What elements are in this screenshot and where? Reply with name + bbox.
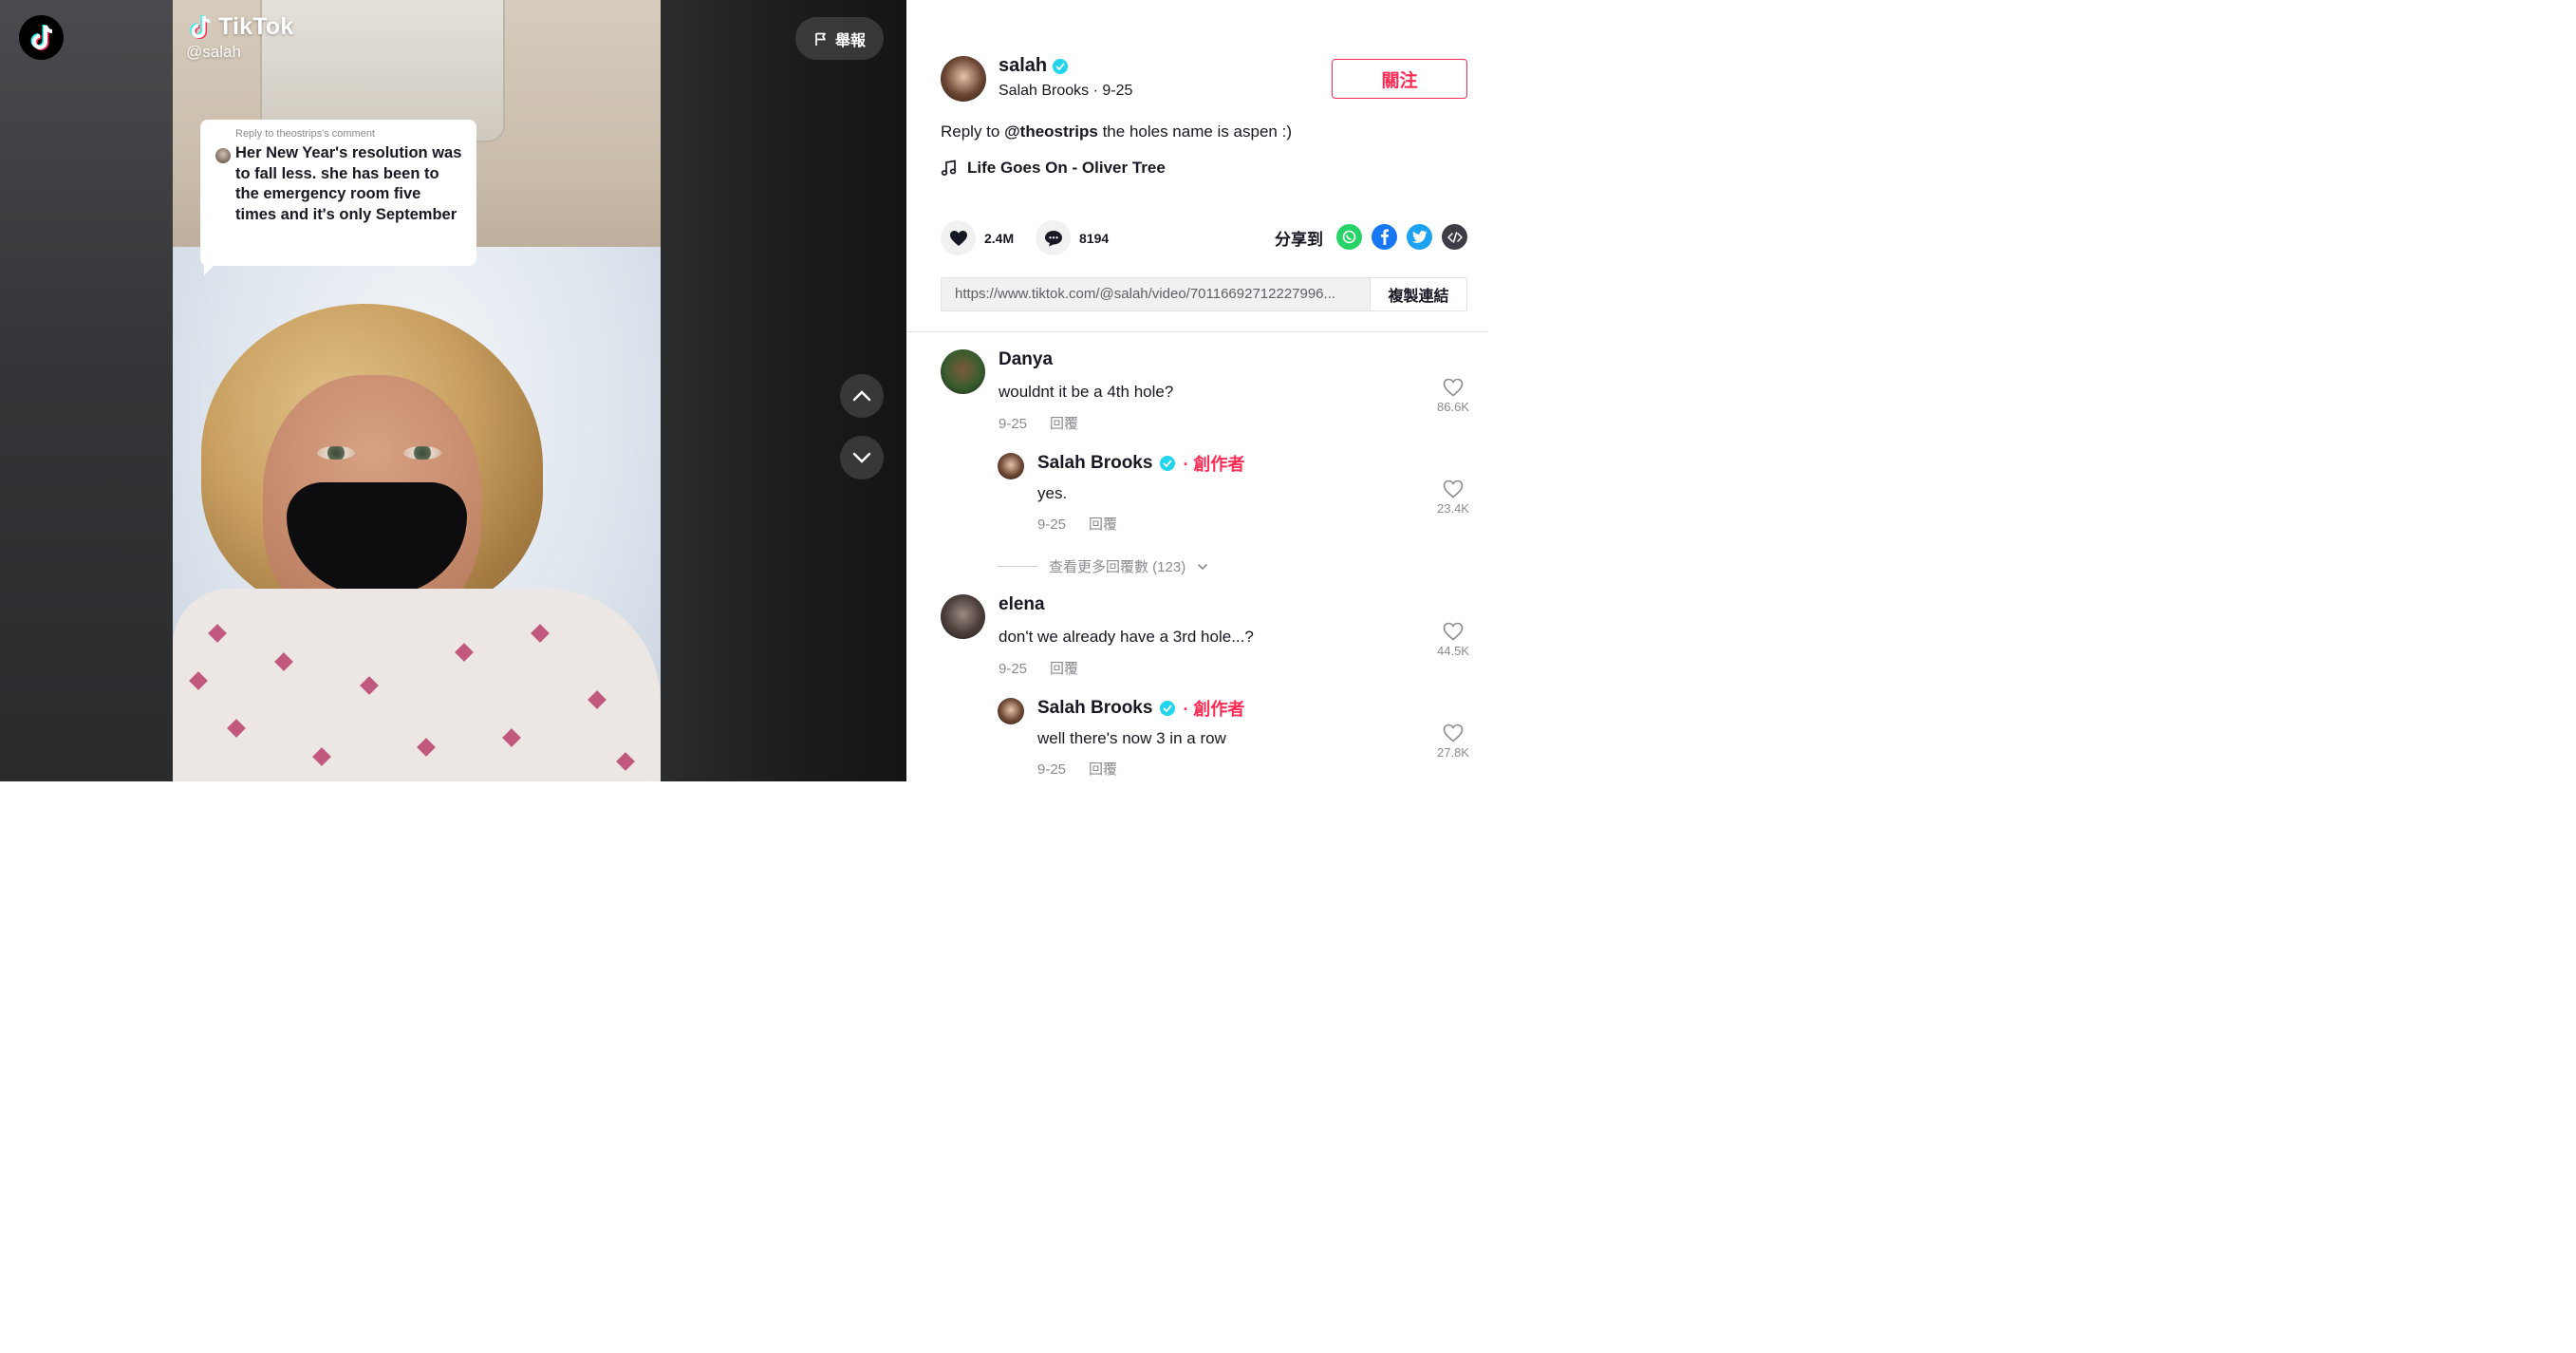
watermark-handle: @salah bbox=[186, 43, 241, 61]
reply-date: 9-25 bbox=[1037, 761, 1067, 778]
whatsapp-icon[interactable] bbox=[1336, 224, 1362, 250]
reply-sticker-avatar bbox=[215, 148, 231, 163]
tiktok-watermark: TikTok @salah bbox=[186, 13, 294, 62]
comment-avatar[interactable] bbox=[941, 594, 985, 639]
video-link-url[interactable]: https://www.tiktok.com/@salah/video/7011… bbox=[942, 278, 1370, 310]
caption-suffix: the holes name is aspen :) bbox=[1097, 122, 1292, 141]
comment-list: Danya wouldnt it be a 4th hole? 9-25 回覆 8… bbox=[906, 332, 1488, 781]
report-button[interactable]: 舉報 bbox=[795, 17, 884, 60]
share-label: 分享到 bbox=[1275, 231, 1323, 249]
next-video-button[interactable] bbox=[840, 436, 884, 479]
watermark-title: TikTok bbox=[218, 13, 294, 40]
reply-reply-link[interactable]: 回覆 bbox=[1089, 517, 1117, 533]
comment-stat[interactable]: 8194 bbox=[1036, 220, 1109, 255]
copy-link-button[interactable]: 複製連結 bbox=[1370, 278, 1466, 310]
chevron-down-icon bbox=[1198, 563, 1208, 570]
creator-tag: · 創作者 bbox=[1183, 700, 1245, 719]
video-detail-panel: salah Salah Brooks · 9-25 關注 Reply to @t… bbox=[906, 0, 1488, 781]
view-more-replies[interactable]: 查看更多回覆數 (123) bbox=[998, 556, 1208, 576]
caption-mention-link[interactable]: @theostrips bbox=[1004, 122, 1098, 141]
author-subtitle: Salah Brooks · 9-25 bbox=[999, 83, 1133, 99]
music-link[interactable]: Life Goes On - Oliver Tree bbox=[941, 159, 1166, 178]
tiktok-logo-icon[interactable] bbox=[19, 15, 64, 60]
comment-like-count: 44.5K bbox=[1437, 644, 1469, 658]
reply-like-button[interactable]: 23.4K bbox=[1433, 479, 1473, 516]
reply-author-text: Salah Brooks bbox=[1037, 698, 1153, 718]
heart-outline-icon bbox=[1443, 378, 1464, 397]
like-stat[interactable]: 2.4M bbox=[941, 220, 1014, 255]
comment-like-button[interactable]: 86.6K bbox=[1433, 378, 1473, 414]
previous-video-button[interactable] bbox=[840, 374, 884, 418]
comment-text: wouldnt it be a 4th hole? bbox=[999, 383, 1174, 401]
author-username[interactable]: salah bbox=[999, 55, 1069, 77]
view-more-divider bbox=[998, 566, 1037, 567]
reply-sticker-header: Reply to theostrips's comment bbox=[235, 128, 375, 140]
reply-sticker-text: Her New Year's resolution was to fall le… bbox=[235, 144, 462, 223]
reply-author-text: Salah Brooks bbox=[1037, 453, 1153, 473]
reply-author[interactable]: Salah Brooks · 創作者 bbox=[1037, 451, 1244, 476]
chevron-up-icon bbox=[852, 390, 871, 402]
comment-avatar[interactable] bbox=[941, 349, 985, 394]
video-link-box: https://www.tiktok.com/@salah/video/7011… bbox=[941, 277, 1467, 311]
reply-like-count: 27.8K bbox=[1437, 745, 1469, 760]
verified-badge-icon bbox=[1053, 58, 1069, 74]
reply-avatar[interactable] bbox=[998, 698, 1024, 724]
comment-meta: 9-25 回覆 bbox=[999, 658, 1078, 678]
comment-like-button[interactable]: 44.5K bbox=[1433, 622, 1473, 658]
view-more-label: 查看更多回覆數 (123) bbox=[1049, 559, 1186, 575]
comment-like-count: 86.6K bbox=[1437, 400, 1469, 414]
author-avatar[interactable] bbox=[941, 56, 986, 102]
embed-icon[interactable] bbox=[1442, 224, 1467, 250]
author-username-text: salah bbox=[999, 55, 1048, 76]
facebook-icon[interactable] bbox=[1372, 224, 1397, 250]
video-player[interactable] bbox=[173, 0, 661, 781]
video-stage: TikTok @salah Reply to theostrips's comm… bbox=[0, 0, 906, 781]
reply-text: well there's now 3 in a row bbox=[1037, 729, 1226, 747]
follow-button[interactable]: 關注 bbox=[1332, 59, 1467, 99]
heart-outline-icon bbox=[1443, 723, 1464, 742]
comment-author-text: Danya bbox=[999, 349, 1054, 369]
comment-bubble-icon bbox=[1044, 230, 1062, 246]
reply-like-button[interactable]: 27.8K bbox=[1433, 723, 1473, 760]
caption-prefix: Reply to bbox=[941, 122, 1005, 141]
like-button[interactable] bbox=[941, 220, 976, 255]
tiktok-note-icon bbox=[190, 14, 211, 39]
comment-text: don't we already have a 3rd hole...? bbox=[999, 628, 1254, 646]
creator-tag: · 創作者 bbox=[1183, 455, 1245, 474]
heart-outline-icon bbox=[1443, 622, 1464, 641]
comment-author[interactable]: Danya bbox=[999, 349, 1053, 370]
comment-author[interactable]: elena bbox=[999, 594, 1045, 615]
heart-icon bbox=[949, 230, 967, 246]
chevron-down-icon bbox=[852, 452, 871, 463]
report-label: 舉報 bbox=[834, 32, 866, 49]
verified-badge-icon bbox=[1160, 701, 1176, 716]
comment-meta: 9-25 回覆 bbox=[999, 413, 1078, 433]
comment-author-text: elena bbox=[999, 594, 1045, 614]
comment-reply-link[interactable]: 回覆 bbox=[1050, 416, 1078, 432]
comment-date: 9-25 bbox=[999, 661, 1028, 677]
heart-outline-icon bbox=[1443, 479, 1464, 498]
reply-meta: 9-25 回覆 bbox=[1037, 514, 1117, 534]
reply-meta: 9-25 回覆 bbox=[1037, 759, 1117, 779]
verified-badge-icon bbox=[1160, 456, 1176, 471]
flag-icon bbox=[815, 32, 826, 46]
music-title: Life Goes On - Oliver Tree bbox=[967, 159, 1166, 177]
reply-date: 9-25 bbox=[1037, 517, 1067, 533]
reply-avatar[interactable] bbox=[998, 453, 1024, 479]
reply-author[interactable]: Salah Brooks · 創作者 bbox=[1037, 696, 1244, 721]
twitter-icon[interactable] bbox=[1407, 224, 1432, 250]
reply-reply-link[interactable]: 回覆 bbox=[1089, 761, 1117, 778]
like-count: 2.4M bbox=[984, 230, 1015, 246]
video-caption: Reply to @theostrips the holes name is a… bbox=[941, 122, 1292, 141]
reply-sticker: Reply to theostrips's comment Her New Ye… bbox=[200, 120, 476, 275]
comment-reply-link[interactable]: 回覆 bbox=[1050, 661, 1078, 677]
comment-count: 8194 bbox=[1079, 230, 1110, 246]
music-note-icon bbox=[941, 160, 957, 176]
reply-like-count: 23.4K bbox=[1437, 501, 1469, 516]
reply-text: yes. bbox=[1037, 484, 1068, 502]
comment-date: 9-25 bbox=[999, 416, 1028, 432]
comment-button[interactable] bbox=[1036, 220, 1071, 255]
